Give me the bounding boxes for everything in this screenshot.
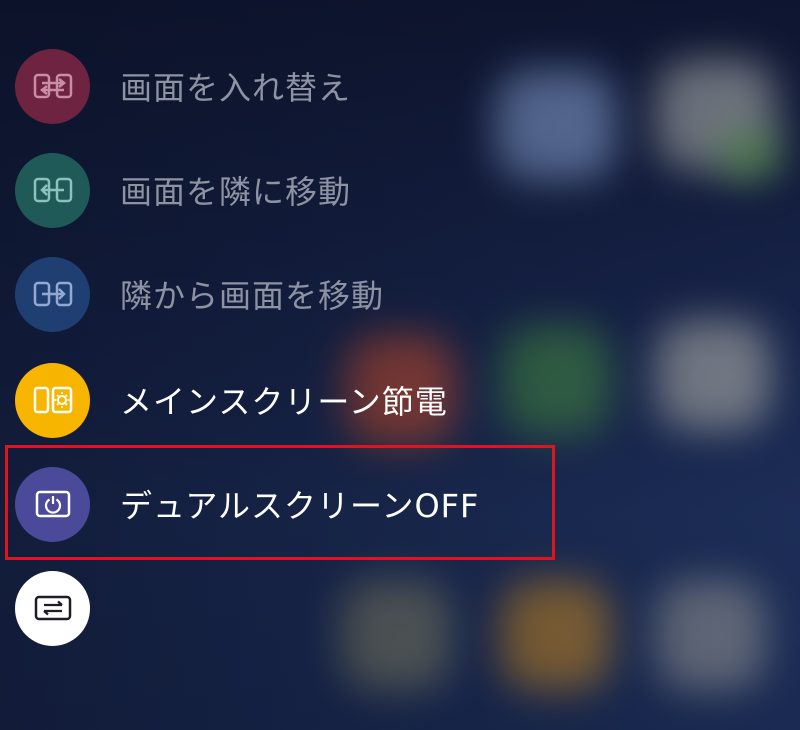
menu-item-move-from-adjacent[interactable]: 隣から画面を移動	[0, 242, 560, 346]
menu-item-swap-screens[interactable]: 画面を入れ替え	[0, 34, 560, 138]
screen-toggle-icon	[15, 570, 90, 646]
dual-screen-menu: 画面を入れ替え 画面を隣に移動 隣から画面を移動 メインスクリーン節電 デュアル…	[0, 0, 600, 730]
move-to-adjacent-icon	[15, 152, 90, 228]
dual-screen-off-icon	[15, 466, 90, 542]
menu-item-label: メインスクリーン節電	[120, 383, 448, 421]
menu-item-label: 画面を隣に移動	[120, 173, 352, 211]
swap-screens-icon	[15, 48, 90, 124]
move-from-adjacent-icon	[15, 256, 90, 332]
main-screen-power-saving-icon	[15, 362, 90, 438]
menu-item-label: 画面を入れ替え	[120, 69, 352, 107]
menu-item-main-screen-power-saving[interactable]: メインスクリーン節電	[0, 348, 560, 452]
menu-item-label: 隣から画面を移動	[120, 277, 385, 315]
menu-item-move-to-adjacent[interactable]: 画面を隣に移動	[0, 138, 560, 242]
menu-item-label: デュアルスクリーンOFF	[120, 487, 480, 525]
menu-item-screen-toggle[interactable]	[0, 556, 560, 660]
menu-item-dual-screen-off[interactable]: デュアルスクリーンOFF	[0, 452, 560, 556]
